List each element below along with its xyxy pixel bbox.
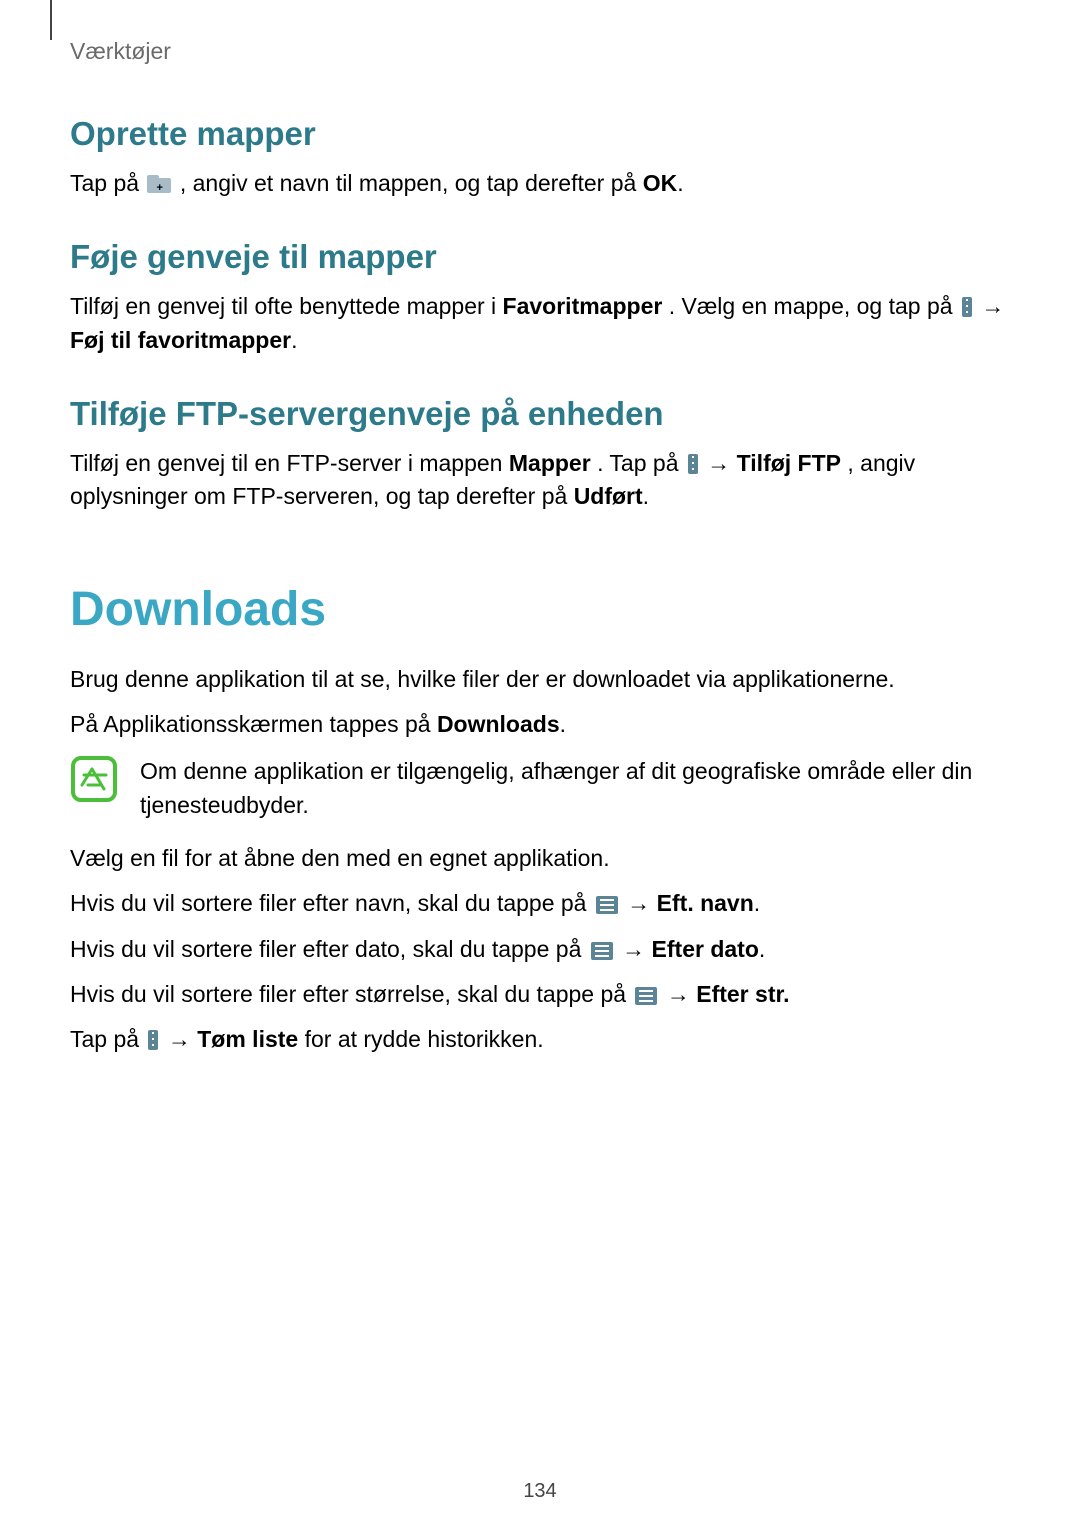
note-callout: Om denne applikation er tilgængelig, afh… [70,755,1010,822]
heading-downloads: Downloads [70,582,1010,637]
sort-icon [596,896,618,914]
paragraph: Vælg en fil for at åbne den med en egnet… [70,842,1010,875]
text: . [754,890,760,916]
text: Tilføj en genvej til en FTP-server i map… [70,450,509,476]
text: Hvis du vil sortere filer efter navn, sk… [70,890,593,916]
text: . Tap på [597,450,685,476]
arrow-text: → [627,890,656,916]
downloads-label: Downloads [437,711,560,737]
arrow-text: → [622,936,651,962]
paragraph: Tap på + , angiv et navn til mappen, og … [70,167,1010,200]
ok-label: OK [643,170,678,196]
text: På Applikationsskærmen tappes på [70,711,437,737]
new-folder-icon: + [147,175,171,193]
manual-page: Værktøjer Oprette mapper Tap på + , angi… [0,0,1080,1527]
sort-icon [591,942,613,960]
page-number: 134 [0,1480,1080,1503]
paragraph: Hvis du vil sortere filer efter navn, sk… [70,887,1010,920]
text: Hvis du vil sortere filer efter dato, sk… [70,936,588,962]
sort-size-label: Efter str. [696,981,789,1007]
paragraph: Hvis du vil sortere filer efter dato, sk… [70,933,1010,966]
heading-ftp: Tilføje FTP-servergenveje på enheden [70,395,1010,433]
paragraph: Tap på → Tøm liste for at rydde historik… [70,1023,1010,1056]
arrow-text: → [707,450,736,476]
text: Tap på [70,170,145,196]
text: . [291,327,297,353]
arrow-text: → [981,293,1004,319]
sort-name-label: Eft. navn [657,890,754,916]
heading-create-folders: Oprette mapper [70,115,1010,153]
clear-list-label: Tøm liste [197,1026,298,1052]
sort-date-label: Efter dato [652,936,759,962]
breadcrumb: Værktøjer [70,38,1010,65]
heading-shortcut-folders: Føje genveje til mapper [70,238,1010,276]
text: . [643,483,649,509]
udfort-label: Udført [574,483,643,509]
arrow-text: → [168,1026,197,1052]
note-icon [70,755,118,808]
text: . [677,170,683,196]
paragraph: På Applikationsskærmen tappes på Downloa… [70,708,1010,741]
text: . [560,711,566,737]
note-text: Om denne applikation er tilgængelig, afh… [140,755,1010,822]
mapper-label: Mapper [509,450,591,476]
paragraph: Tilføj en genvej til en FTP-server i map… [70,447,1010,514]
text: Tilføj en genvej til ofte benyttede mapp… [70,293,503,319]
text: Hvis du vil sortere filer efter størrels… [70,981,632,1007]
paragraph: Tilføj en genvej til ofte benyttede mapp… [70,290,1010,357]
paragraph: Brug denne applikation til at se, hvilke… [70,663,1010,696]
kebab-menu-icon [688,454,698,474]
arrow-text: → [667,981,696,1007]
text: , angiv et navn til mappen, og tap deref… [180,170,643,196]
add-to-favorites-label: Føj til favoritmapper [70,327,291,353]
kebab-menu-icon [962,297,972,317]
kebab-menu-icon [148,1030,158,1050]
sort-icon [635,987,657,1005]
favoritmapper-label: Favoritmapper [503,293,663,319]
tilfoj-ftp-label: Tilføj FTP [737,450,841,476]
paragraph: Hvis du vil sortere filer efter størrels… [70,978,1010,1011]
text: . Vælg en mappe, og tap på [669,293,959,319]
text: . [759,936,765,962]
text: Tap på [70,1026,145,1052]
text: for at rydde historikken. [305,1026,544,1052]
vertical-rule [50,0,52,40]
